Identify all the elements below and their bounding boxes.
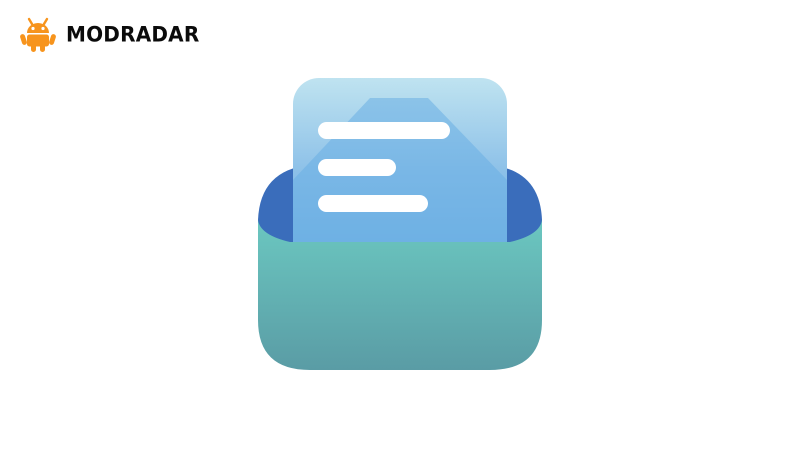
document-line-3 [318, 195, 428, 212]
mail-inbox-document-icon [258, 78, 542, 370]
envelope-front [258, 220, 542, 370]
brand-name: MODRADAR [66, 21, 200, 47]
document-line-1 [318, 122, 450, 139]
brand-logo: MODRADAR [18, 14, 199, 54]
android-robot-icon [20, 17, 56, 52]
document-line-2 [318, 159, 396, 176]
